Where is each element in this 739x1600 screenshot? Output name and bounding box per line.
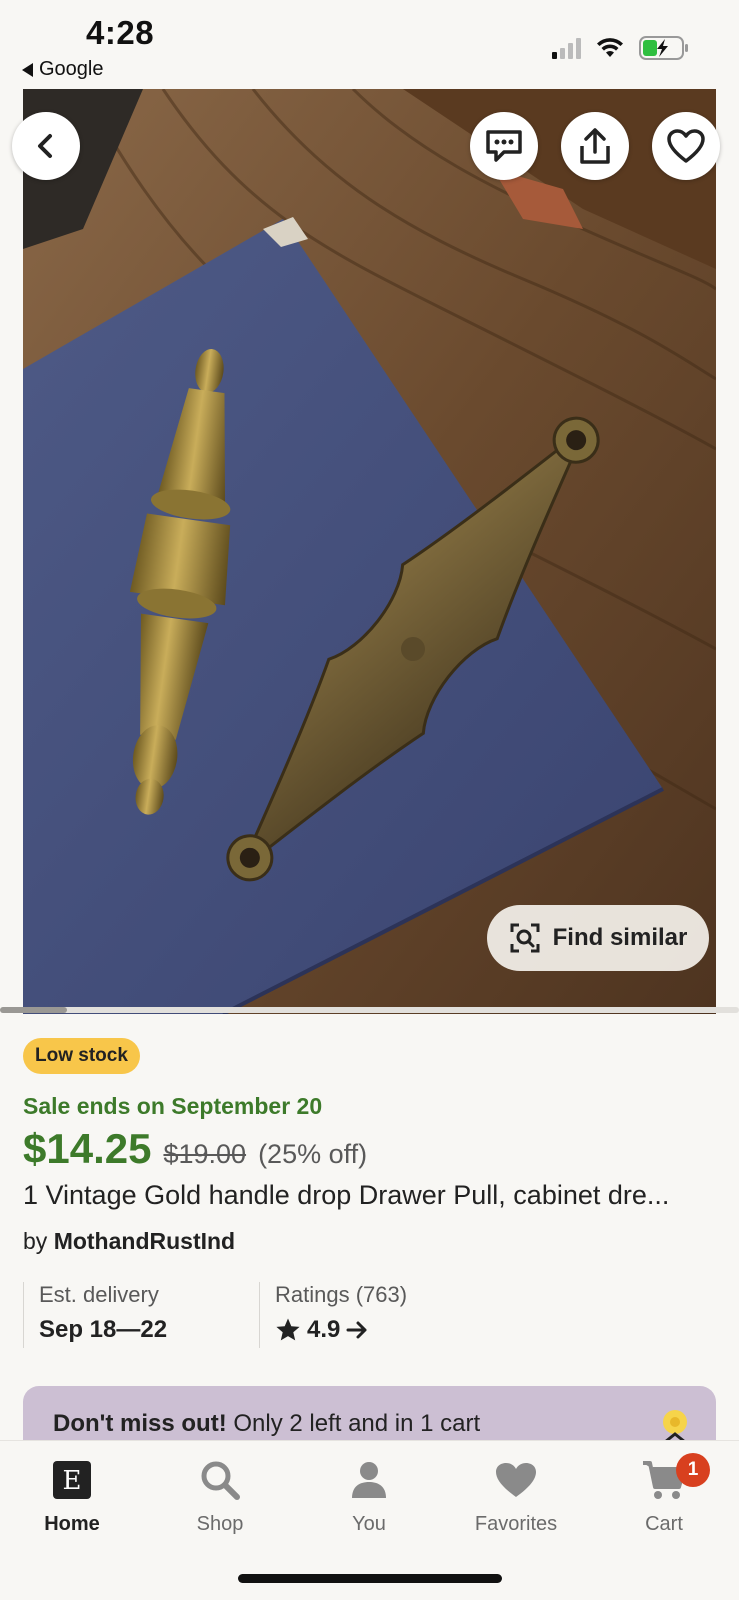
search-icon bbox=[201, 1461, 240, 1500]
product-photo-illustration bbox=[23, 89, 716, 1014]
scarcity-detail: Only 2 left and in 1 cart bbox=[226, 1410, 481, 1437]
heart-icon bbox=[496, 1463, 536, 1497]
tab-you-label: You bbox=[352, 1513, 386, 1535]
tab-shop[interactable]: Shop bbox=[160, 1457, 280, 1536]
tab-you[interactable]: You bbox=[309, 1457, 429, 1536]
scarcity-text: Don't miss out! Only 2 left and in 1 car… bbox=[53, 1410, 480, 1438]
tab-favorites-label: Favorites bbox=[474, 1513, 558, 1535]
tab-shop-label: Shop bbox=[196, 1513, 244, 1535]
back-app-label: Google bbox=[39, 58, 104, 80]
chevron-left-icon bbox=[38, 134, 52, 158]
message-icon bbox=[486, 130, 522, 162]
cellular-signal-icon bbox=[552, 37, 581, 59]
favorite-button[interactable] bbox=[652, 112, 720, 180]
etsy-logo-icon: E bbox=[53, 1461, 91, 1499]
message-seller-button[interactable] bbox=[470, 112, 538, 180]
back-triangle-icon bbox=[22, 62, 33, 77]
scroll-track bbox=[0, 1007, 739, 1013]
cart-count-badge: 1 bbox=[676, 1453, 710, 1487]
visual-search-icon bbox=[510, 923, 540, 953]
heart-icon bbox=[667, 129, 705, 163]
share-button[interactable] bbox=[561, 112, 629, 180]
delivery-ratings-row: Est. delivery Sep 18—22 Ratings (763) 4.… bbox=[23, 1282, 716, 1348]
seller-line: by MothandRustInd bbox=[23, 1228, 235, 1255]
tab-home-label: Home bbox=[44, 1513, 100, 1535]
scarcity-bold: Don't miss out! bbox=[53, 1410, 227, 1437]
seller-name-link[interactable]: MothandRustInd bbox=[54, 1228, 235, 1254]
battery-charging-icon bbox=[639, 36, 688, 60]
low-stock-badge: Low stock bbox=[23, 1038, 140, 1074]
rating-value: 4.9 bbox=[307, 1316, 341, 1343]
share-icon bbox=[580, 128, 610, 164]
discount-label: (25% off) bbox=[258, 1139, 368, 1169]
seller-prefix: by bbox=[23, 1228, 48, 1254]
status-time: 4:28 bbox=[86, 14, 155, 51]
delivery-value: Sep 18—22 bbox=[39, 1316, 168, 1343]
person-icon bbox=[352, 1462, 386, 1498]
system-icons bbox=[552, 36, 689, 60]
ratings-link[interactable]: Ratings (763) 4.9 bbox=[259, 1282, 559, 1348]
status-bar: 4:28 Google bbox=[0, 0, 739, 88]
tab-favorites[interactable]: Favorites bbox=[456, 1457, 576, 1536]
ratings-label: Ratings (763) bbox=[275, 1282, 408, 1307]
gallery-scroll-indicator bbox=[0, 1007, 739, 1013]
find-similar-label: Find similar bbox=[552, 924, 688, 951]
price-row: $14.25 $19.00 (25% off) bbox=[23, 1125, 367, 1173]
delivery-label: Est. delivery bbox=[39, 1282, 159, 1307]
arrow-right-icon bbox=[346, 1321, 367, 1339]
back-button[interactable] bbox=[12, 112, 80, 180]
product-photo[interactable] bbox=[23, 89, 716, 1014]
home-indicator[interactable] bbox=[238, 1574, 502, 1583]
listing-title[interactable]: 1 Vintage Gold handle drop Drawer Pull, … bbox=[23, 1180, 723, 1211]
delivery-info: Est. delivery Sep 18—22 bbox=[23, 1282, 255, 1348]
sale-ends-text: Sale ends on September 20 bbox=[23, 1093, 323, 1119]
original-price: $19.00 bbox=[163, 1139, 247, 1169]
back-to-app-link[interactable]: Google bbox=[22, 58, 104, 81]
wifi-icon bbox=[597, 38, 623, 57]
tab-cart[interactable]: Cart 1 bbox=[604, 1453, 724, 1536]
star-icon bbox=[276, 1318, 300, 1341]
scroll-thumb bbox=[0, 1007, 67, 1013]
rating-summary: 4.9 bbox=[275, 1316, 559, 1344]
tab-home[interactable]: E Home bbox=[12, 1457, 132, 1536]
find-similar-button[interactable]: Find similar bbox=[487, 905, 709, 971]
svg-text:E: E bbox=[63, 1466, 82, 1496]
sale-price: $14.25 bbox=[23, 1125, 152, 1172]
tab-cart-label: Cart bbox=[645, 1513, 683, 1535]
